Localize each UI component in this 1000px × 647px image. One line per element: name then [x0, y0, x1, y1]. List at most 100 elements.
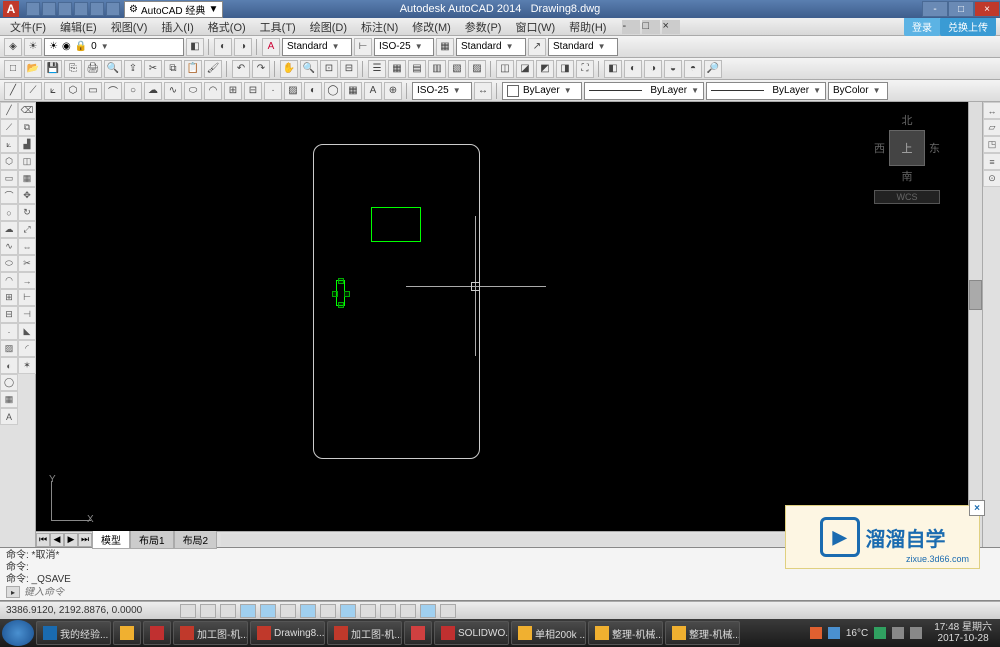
polygon-tool-icon[interactable]: ⬡	[64, 82, 82, 100]
explode-icon[interactable]: ✶	[18, 357, 36, 374]
xref-icon[interactable]: ◪	[516, 60, 534, 78]
rotate-icon[interactable]: ↻	[18, 204, 36, 221]
offset-icon[interactable]: ◫	[18, 153, 36, 170]
mtext-icon[interactable]: A	[0, 408, 18, 425]
tpy-toggle[interactable]	[380, 604, 396, 618]
layer-props-icon[interactable]: ◈	[4, 38, 22, 56]
menu-edit[interactable]: 编辑(E)	[54, 17, 103, 37]
revcloud-tool-icon[interactable]: ☁	[144, 82, 162, 100]
dimedit-icon[interactable]: ↔	[474, 82, 492, 100]
tab-next-icon[interactable]: ▶	[64, 533, 78, 547]
qp-toggle[interactable]	[400, 604, 416, 618]
copy2-icon[interactable]: ⧉	[18, 119, 36, 136]
open-icon[interactable]: 📂	[24, 60, 42, 78]
search-icon[interactable]: 🔎	[704, 60, 722, 78]
boundary-icon[interactable]: ◒	[664, 60, 682, 78]
qat-open-icon[interactable]	[42, 2, 56, 16]
drawing-canvas[interactable]: Y X 北 西 上 东 南 WCS	[36, 102, 968, 531]
tray-icon[interactable]	[828, 627, 840, 639]
tray-icon[interactable]	[874, 627, 886, 639]
workspace-selector[interactable]: ⚙ AutoCAD 经典 ▼	[124, 1, 223, 18]
3dosnap-toggle[interactable]	[280, 604, 296, 618]
layer-off-icon[interactable]: ◐	[214, 38, 232, 56]
hatch-icon[interactable]: ▨	[0, 340, 18, 357]
copy-icon[interactable]: ⧉	[164, 60, 182, 78]
dist-icon[interactable]: ↔	[983, 102, 1000, 119]
paste-icon[interactable]: 📋	[184, 60, 202, 78]
ortho-toggle[interactable]	[220, 604, 236, 618]
plot-icon[interactable]: 🖨	[84, 60, 102, 78]
qat-redo-icon[interactable]	[90, 2, 104, 16]
lineweight-dropdown[interactable]: ByLayer▼	[706, 82, 826, 100]
dimstyle-dropdown[interactable]: ISO-25▼	[374, 38, 434, 56]
pan-icon[interactable]: ✋	[280, 60, 298, 78]
dyn-toggle[interactable]	[340, 604, 356, 618]
menu-draw[interactable]: 绘图(D)	[304, 17, 353, 37]
mleaderstyle-icon[interactable]: ↗	[528, 38, 546, 56]
tab-layout2[interactable]: 布局2	[174, 530, 218, 549]
viewcube-south[interactable]: 南	[874, 168, 940, 184]
zoom-icon[interactable]: 🔍	[300, 60, 318, 78]
pline-icon[interactable]: ⟀	[0, 136, 18, 153]
chamfer-icon[interactable]: ◣	[18, 323, 36, 340]
viewcube-east[interactable]: 东	[929, 140, 940, 156]
viewcube-west[interactable]: 西	[874, 140, 885, 156]
menu-format[interactable]: 格式(O)	[202, 17, 252, 37]
wblock-icon[interactable]: ◩	[536, 60, 554, 78]
insert-icon[interactable]: ◨	[556, 60, 574, 78]
gradient-tool-icon[interactable]: ◐	[304, 82, 322, 100]
viewcube[interactable]: 北 西 上 东 南 WCS	[874, 112, 940, 204]
am-toggle[interactable]	[440, 604, 456, 618]
qat-save-icon[interactable]	[58, 2, 72, 16]
table2-icon[interactable]: ▦	[0, 391, 18, 408]
save-icon[interactable]: 💾	[44, 60, 62, 78]
fillet-icon[interactable]: ◜	[18, 340, 36, 357]
polar-toggle[interactable]	[240, 604, 256, 618]
break-icon[interactable]: ⊢	[18, 289, 36, 306]
props-icon[interactable]: ☰	[368, 60, 386, 78]
layer-dropdown[interactable]: ☀ ◉ 🔒 0 ▼	[44, 38, 184, 56]
qat-new-icon[interactable]	[26, 2, 40, 16]
arc-tool-icon[interactable]: ⌒	[104, 82, 122, 100]
spline-icon[interactable]: ∿	[0, 238, 18, 255]
network-icon[interactable]	[910, 627, 922, 639]
start-button[interactable]	[2, 620, 34, 646]
arc-icon[interactable]: ⌒	[0, 187, 18, 204]
mleaderstyle-dropdown[interactable]: Standard▼	[548, 38, 618, 56]
mtext-tool-icon[interactable]: A	[364, 82, 382, 100]
publish-icon[interactable]: ⇪	[124, 60, 142, 78]
otrack-toggle[interactable]	[300, 604, 316, 618]
tablestyle-icon[interactable]: ▦	[436, 38, 454, 56]
grip-icon[interactable]	[338, 278, 344, 284]
viewcube-face[interactable]: 上	[889, 130, 925, 166]
doc-restore-button[interactable]: □	[642, 20, 660, 34]
revcloud-icon[interactable]: ☁	[0, 221, 18, 238]
pline-tool-icon[interactable]: ⟀	[44, 82, 62, 100]
refedit-icon[interactable]: ◓	[684, 60, 702, 78]
color-dropdown[interactable]: ByLayer▼	[502, 82, 582, 100]
circle-tool-icon[interactable]: ○	[124, 82, 142, 100]
move-icon[interactable]: ✥	[18, 187, 36, 204]
makeblock-tool-icon[interactable]: ⊟	[244, 82, 262, 100]
sheetset-icon[interactable]: ▥	[428, 60, 446, 78]
tray-icon[interactable]	[810, 627, 822, 639]
circle-icon[interactable]: ○	[0, 204, 18, 221]
menu-view[interactable]: 视图(V)	[105, 17, 154, 37]
addselect-tool-icon[interactable]: ⊕	[384, 82, 402, 100]
zoom-prev-icon[interactable]: ⊟	[340, 60, 358, 78]
volume-icon[interactable]: ◳	[983, 136, 1000, 153]
makeblk-icon[interactable]: ⊟	[0, 306, 18, 323]
mirror-icon[interactable]: ▟	[18, 136, 36, 153]
maximize-button[interactable]: □	[948, 1, 974, 17]
extend-icon[interactable]: →	[18, 272, 36, 289]
gradient-icon[interactable]: ◐	[0, 357, 18, 374]
close-button[interactable]: ×	[974, 1, 1000, 17]
layer-match-icon[interactable]: ◧	[186, 38, 204, 56]
line-tool-icon[interactable]: ╱	[4, 82, 22, 100]
doc-close-button[interactable]: ×	[662, 20, 680, 34]
layer-states-icon[interactable]: ☀	[24, 38, 42, 56]
menu-help[interactable]: 帮助(H)	[563, 17, 612, 37]
area-icon[interactable]: ▱	[983, 119, 1000, 136]
menu-tools[interactable]: 工具(T)	[254, 17, 302, 37]
block-icon[interactable]: ◫	[496, 60, 514, 78]
